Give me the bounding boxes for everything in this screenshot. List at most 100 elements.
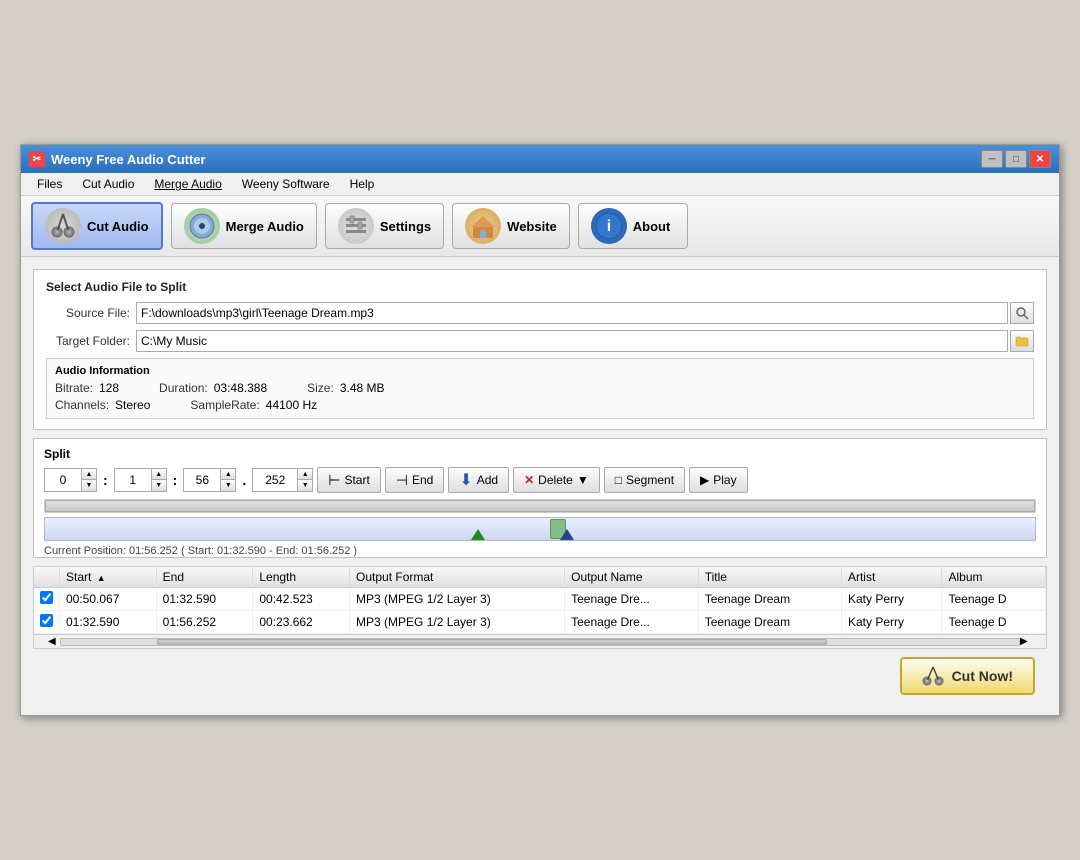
- app-icon: ✂: [29, 151, 45, 167]
- green-marker: [471, 529, 485, 540]
- waveform-area[interactable]: [44, 517, 1036, 541]
- scrollbar-thumb: [45, 500, 1035, 512]
- add-button[interactable]: ⬇ Add: [448, 467, 509, 493]
- blue-marker: [560, 529, 574, 540]
- target-folder-input[interactable]: [136, 330, 1008, 352]
- seconds-down[interactable]: ▼: [221, 480, 235, 491]
- scroll-right[interactable]: ▶: [1020, 636, 1032, 647]
- segments-table: Start ▲ End Length Output Format Output …: [34, 567, 1046, 634]
- delete-icon: ✕: [524, 473, 534, 487]
- row-end: 01:32.590: [156, 588, 253, 611]
- minimize-button[interactable]: ─: [981, 150, 1003, 168]
- play-label: Play: [713, 473, 736, 487]
- start-button[interactable]: ⊢ Start: [317, 467, 381, 493]
- source-section: Select Audio File to Split Source File: …: [33, 269, 1047, 430]
- hours-input[interactable]: [45, 469, 81, 491]
- waveform-scrollbar[interactable]: [44, 499, 1036, 513]
- main-content: Select Audio File to Split Source File: …: [21, 257, 1059, 715]
- svg-text:i: i: [607, 218, 611, 235]
- source-browse-button[interactable]: [1010, 302, 1034, 324]
- toolbar: Cut Audio Merge Audio: [21, 196, 1059, 257]
- seconds-input[interactable]: [184, 469, 220, 491]
- waveform-container: Current Position: 01:56.252 ( Start: 01:…: [44, 499, 1036, 549]
- delete-label: Delete: [538, 473, 573, 487]
- minutes-down[interactable]: ▼: [152, 480, 166, 491]
- menu-help[interactable]: Help: [342, 175, 383, 193]
- cut-now-label: Cut Now!: [952, 668, 1013, 684]
- toolbar-settings[interactable]: Settings: [325, 203, 444, 249]
- seconds-spinner[interactable]: ▲ ▼: [183, 468, 236, 492]
- row-album: Teenage D: [942, 611, 1046, 634]
- ms-up[interactable]: ▲: [298, 469, 312, 480]
- about-icon: i: [591, 208, 627, 244]
- split-section: Split ▲ ▼ : ▲ ▼: [33, 438, 1047, 558]
- sep-2: :: [173, 472, 178, 488]
- channels-value: Stereo: [115, 398, 150, 412]
- ms-down[interactable]: ▼: [298, 480, 312, 491]
- segment-button[interactable]: □ Segment: [604, 467, 685, 493]
- hours-down[interactable]: ▼: [82, 480, 96, 491]
- end-button[interactable]: ⊣ End: [385, 467, 445, 493]
- menu-weeny-software[interactable]: Weeny Software: [234, 175, 338, 193]
- cut-now-button[interactable]: Cut Now!: [900, 657, 1035, 695]
- menu-cut-audio[interactable]: Cut Audio: [74, 175, 142, 193]
- toolbar-about[interactable]: i About: [578, 203, 688, 249]
- scroll-thumb: [157, 639, 828, 645]
- col-output-name[interactable]: Output Name: [565, 567, 699, 588]
- sep-1: :: [103, 472, 108, 488]
- ms-spinner[interactable]: ▲ ▼: [252, 468, 313, 492]
- row-checkbox[interactable]: [40, 591, 53, 604]
- table-row: 01:32.590 01:56.252 00:23.662 MP3 (MPEG …: [34, 611, 1046, 634]
- source-file-input[interactable]: [136, 302, 1008, 324]
- row-artist: Katy Perry: [841, 588, 942, 611]
- about-label: About: [633, 219, 671, 234]
- scroll-left[interactable]: ◀: [48, 636, 60, 647]
- maximize-button[interactable]: □: [1005, 150, 1027, 168]
- minutes-input[interactable]: [115, 469, 151, 491]
- toolbar-website[interactable]: Website: [452, 203, 570, 249]
- col-album[interactable]: Album: [942, 567, 1046, 588]
- duration-label: Duration:: [159, 381, 208, 395]
- ms-spinner-btns: ▲ ▼: [297, 469, 312, 491]
- seconds-up[interactable]: ▲: [221, 469, 235, 480]
- row-album: Teenage D: [942, 588, 1046, 611]
- play-button[interactable]: ▶ Play: [689, 467, 748, 493]
- source-label: Source File:: [46, 306, 136, 320]
- menu-merge-audio[interactable]: Merge Audio: [146, 175, 229, 193]
- audio-info-title: Audio Information: [55, 365, 1025, 377]
- col-end[interactable]: End: [156, 567, 253, 588]
- col-artist[interactable]: Artist: [841, 567, 942, 588]
- play-icon: ▶: [700, 473, 709, 487]
- scroll-track[interactable]: [60, 638, 1020, 646]
- minutes-spinner-btns: ▲ ▼: [151, 469, 166, 491]
- close-button[interactable]: ✕: [1029, 150, 1051, 168]
- row-output-name: Teenage Dre...: [565, 588, 699, 611]
- samplerate-value: 44100 Hz: [266, 398, 317, 412]
- target-browse-button[interactable]: [1010, 330, 1034, 352]
- col-title[interactable]: Title: [698, 567, 841, 588]
- table-row: 00:50.067 01:32.590 00:42.523 MP3 (MPEG …: [34, 588, 1046, 611]
- titlebar: ✂ Weeny Free Audio Cutter ─ □ ✕: [21, 145, 1059, 173]
- row-checkbox[interactable]: [40, 614, 53, 627]
- row-length: 00:42.523: [253, 588, 350, 611]
- ms-input[interactable]: [253, 469, 297, 491]
- size-value: 3.48 MB: [340, 381, 385, 395]
- bitrate-label: Bitrate:: [55, 381, 93, 395]
- table-header-row: Start ▲ End Length Output Format Output …: [34, 567, 1046, 588]
- col-length[interactable]: Length: [253, 567, 350, 588]
- row-output-name: Teenage Dre...: [565, 611, 699, 634]
- menu-files[interactable]: Files: [29, 175, 70, 193]
- hours-spinner[interactable]: ▲ ▼: [44, 468, 97, 492]
- toolbar-merge-audio[interactable]: Merge Audio: [171, 203, 317, 249]
- row-checkbox-cell: [34, 611, 60, 634]
- col-start[interactable]: Start ▲: [60, 567, 157, 588]
- split-controls: ▲ ▼ : ▲ ▼ : ▲: [44, 467, 1036, 493]
- minutes-up[interactable]: ▲: [152, 469, 166, 480]
- delete-button[interactable]: ✕ Delete ▼: [513, 467, 600, 493]
- col-format[interactable]: Output Format: [350, 567, 565, 588]
- hours-up[interactable]: ▲: [82, 469, 96, 480]
- bitrate-value: 128: [99, 381, 119, 395]
- toolbar-cut-audio[interactable]: Cut Audio: [31, 202, 163, 250]
- table-scrollbar[interactable]: ◀ ▶: [34, 634, 1046, 648]
- minutes-spinner[interactable]: ▲ ▼: [114, 468, 167, 492]
